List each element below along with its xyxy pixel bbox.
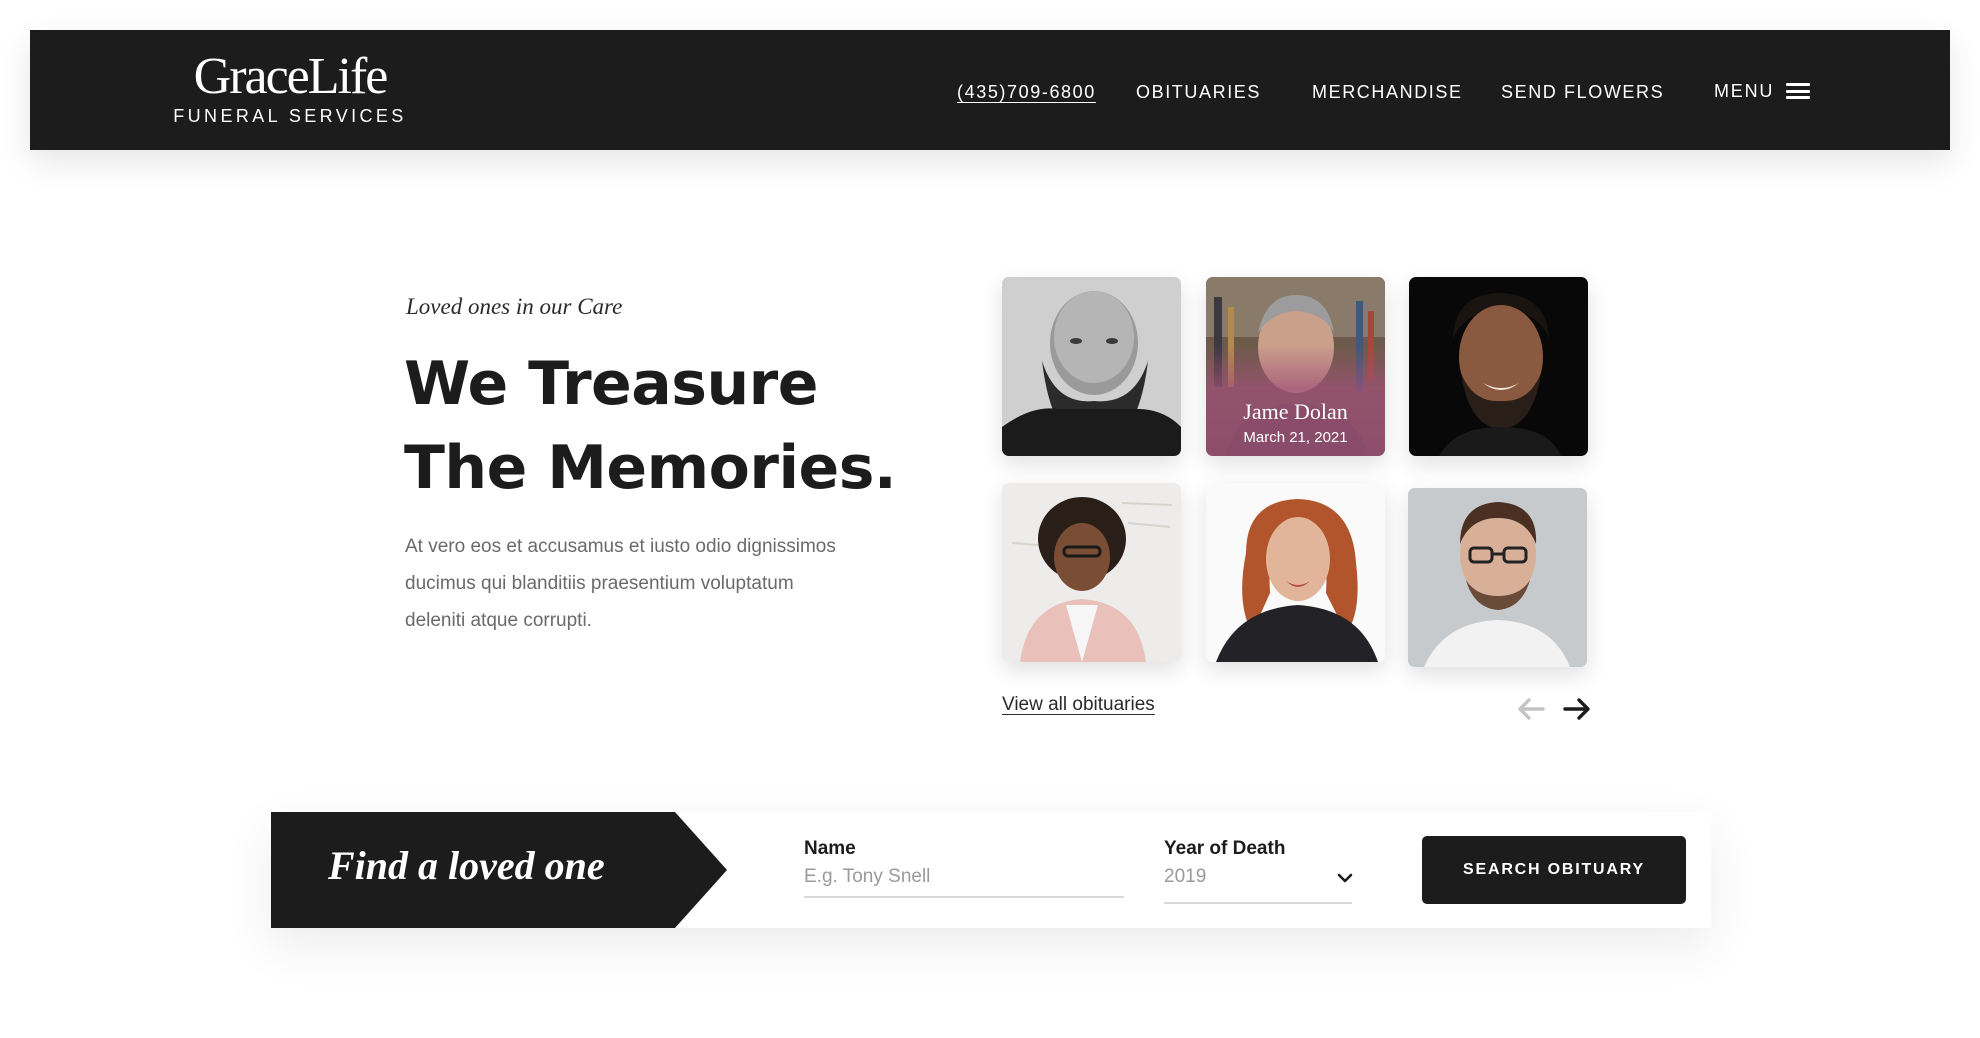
chevron-down-icon xyxy=(1337,873,1353,883)
intro-line-1: At vero eos et accusamus et iusto odio d… xyxy=(405,536,836,557)
find-loved-one-badge: Find a loved one xyxy=(271,812,731,928)
portrait-red-hair-woman xyxy=(1206,483,1385,662)
nav-merchandise[interactable]: MERCHANDISE xyxy=(1312,80,1463,104)
menu-label: MENU xyxy=(1714,80,1775,101)
nav-send-flowers[interactable]: SEND FLOWERS xyxy=(1501,80,1664,104)
logo-name: GraceLife xyxy=(193,48,389,105)
menu-button[interactable]: MENU xyxy=(1714,78,1811,104)
arrow-left-icon[interactable] xyxy=(1516,696,1546,722)
obituary-photo-6[interactable] xyxy=(1408,488,1587,667)
portrait-man-glasses xyxy=(1408,488,1587,667)
nav-obituaries[interactable]: OBITUARIES xyxy=(1136,80,1261,104)
obituary-photo-3[interactable] xyxy=(1409,277,1588,456)
intro-line-2: ducimus qui blanditiis praesentium volup… xyxy=(405,573,794,594)
hero-eyebrow: Loved ones in our Care xyxy=(406,294,623,319)
view-all-obituaries-link[interactable]: View all obituaries xyxy=(1002,694,1155,716)
nav-phone-link[interactable]: (435)709-6800 xyxy=(957,80,1096,104)
obituary-photo-4[interactable] xyxy=(1002,483,1181,662)
headline-line-2: The Memories. xyxy=(404,433,897,503)
name-label: Name xyxy=(804,838,856,859)
intro-line-3: deleniti atque corrupti. xyxy=(405,610,592,631)
portrait-bald-bearded-man xyxy=(1002,277,1181,456)
featured-date: March 21, 2021 xyxy=(1243,429,1348,446)
search-obituary-button[interactable]: SEARCH OBITUARY xyxy=(1422,836,1686,904)
featured-name: Jame Dolan xyxy=(1243,399,1348,424)
obituary-photo-featured[interactable]: Jame Dolan March 21, 2021 xyxy=(1206,277,1385,456)
headline-line-1: We Treasure xyxy=(404,349,818,419)
obituary-search-form: Find a loved one Name Year of Death 2019… xyxy=(271,812,1711,928)
year-select-underline xyxy=(1164,902,1352,904)
name-input[interactable] xyxy=(804,866,1124,898)
arrow-right-icon[interactable] xyxy=(1562,696,1592,722)
hero-intro: At vero eos et accusamus et iusto odio d… xyxy=(405,528,865,639)
obituary-photo-5[interactable] xyxy=(1206,483,1385,662)
hamburger-icon xyxy=(1786,82,1811,100)
hero-headline: We Treasure The Memories. xyxy=(404,342,924,510)
find-loved-one-heading: Find a loved one xyxy=(328,843,605,888)
site-header: GraceLife FUNERAL SERVICES (435)709-6800… xyxy=(30,30,1950,150)
portrait-smiling-man-dark xyxy=(1409,277,1588,456)
obituary-photo-1[interactable] xyxy=(1002,277,1181,456)
logo-subtitle: FUNERAL SERVICES xyxy=(173,106,407,126)
year-label: Year of Death xyxy=(1164,838,1286,859)
portrait-curly-hair-woman xyxy=(1002,483,1181,662)
logo[interactable]: GraceLife FUNERAL SERVICES xyxy=(170,48,410,127)
year-select-value: 2019 xyxy=(1164,866,1207,887)
